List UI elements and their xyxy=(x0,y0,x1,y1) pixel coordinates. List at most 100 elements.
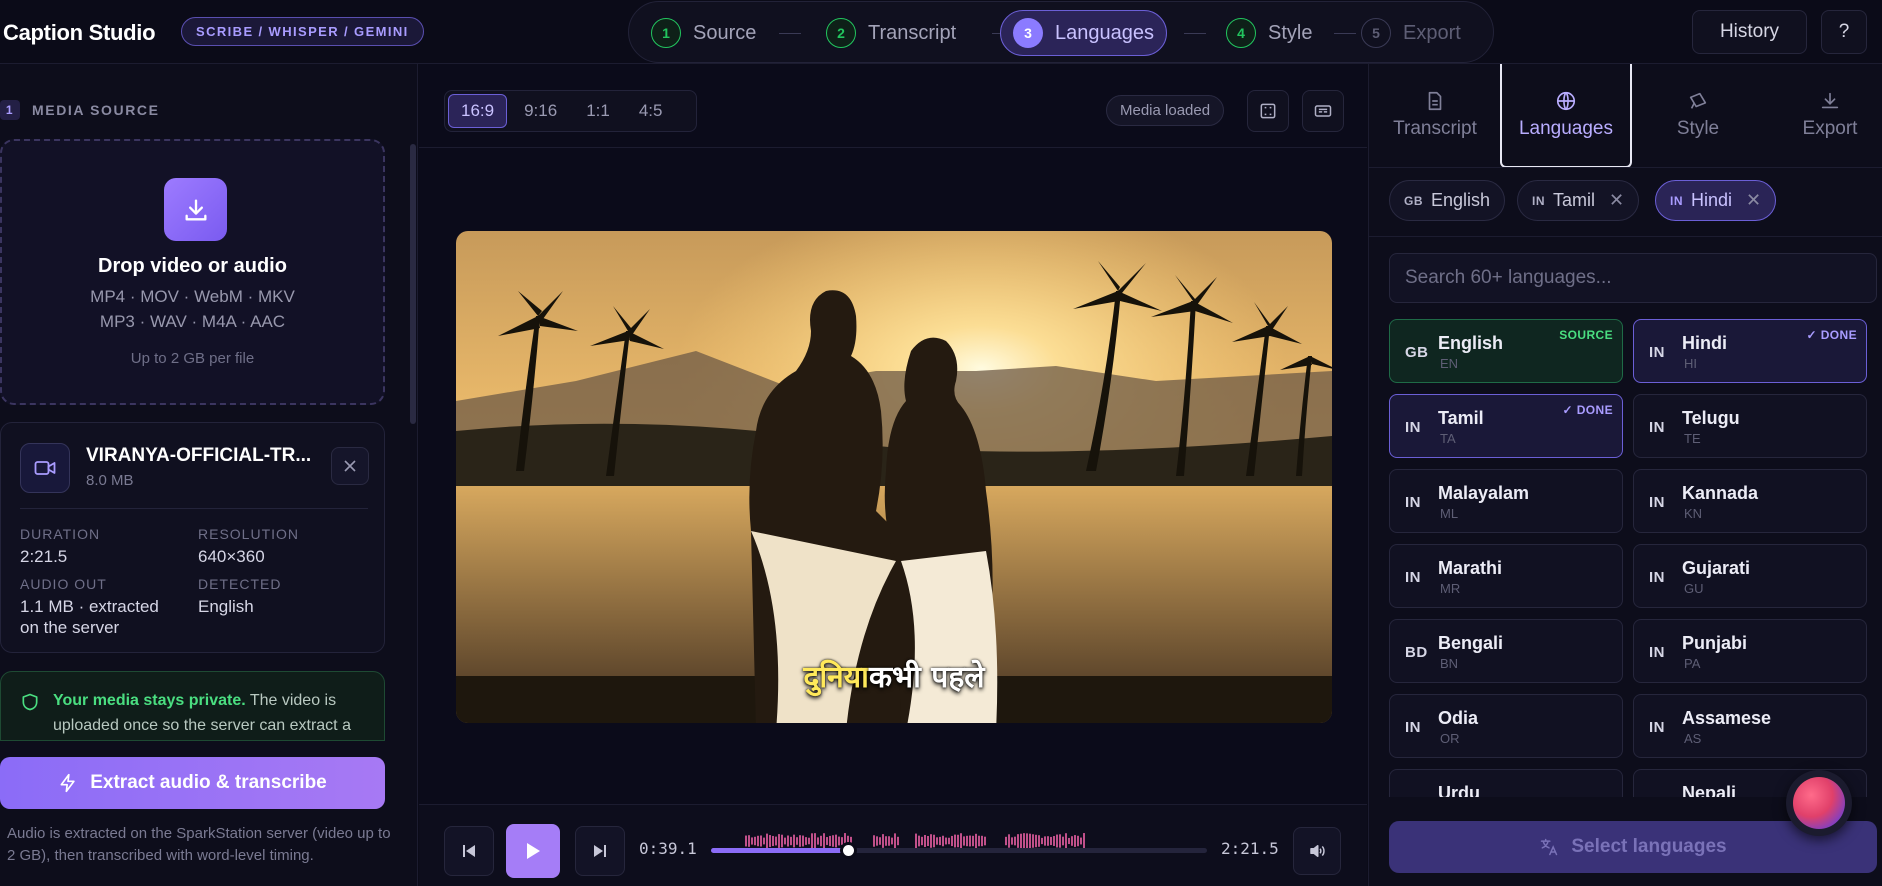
chip-label: Hindi xyxy=(1691,190,1733,210)
waveform-bar xyxy=(766,833,768,849)
waveform-bar xyxy=(1014,836,1016,846)
timeline-handle[interactable] xyxy=(839,842,857,859)
language-chip-english[interactable]: GB English xyxy=(1389,180,1506,221)
language-card-english[interactable]: GB English EN SOURCE xyxy=(1389,319,1623,383)
history-button[interactable]: History xyxy=(1692,10,1807,54)
waveform-bar xyxy=(933,834,935,848)
privacy-text: Your media stays private. The video is u… xyxy=(53,688,373,738)
left-scrollbar[interactable] xyxy=(410,144,416,424)
play-button[interactable] xyxy=(506,824,560,878)
step-transcript[interactable]: 2 Transcript xyxy=(814,10,968,56)
extract-transcribe-button[interactable]: Extract audio & transcribe xyxy=(0,757,385,809)
upload-icon xyxy=(164,178,227,241)
step-languages[interactable]: 3 Languages xyxy=(1000,10,1167,56)
language-card-assamese[interactable]: IN Assamese AS xyxy=(1633,694,1867,758)
waveform-bar xyxy=(1005,836,1007,846)
language-card-kannada[interactable]: IN Kannada KN xyxy=(1633,469,1867,533)
assistant-button[interactable] xyxy=(1786,770,1852,836)
shield-icon xyxy=(20,692,40,717)
step-label: Languages xyxy=(1055,21,1154,44)
country-code: IN xyxy=(1649,344,1665,361)
step-source[interactable]: 1 Source xyxy=(639,10,768,56)
audio-out-value-line2: on the server xyxy=(20,618,120,637)
waveform-bar xyxy=(802,835,804,847)
lightning-icon xyxy=(60,773,75,793)
waveform-bar xyxy=(1026,833,1028,849)
language-chip-hindi[interactable]: IN Hindi ✕ xyxy=(1655,180,1777,221)
caption-highlight-word: दुनिया xyxy=(803,660,869,695)
tab-export[interactable]: Export xyxy=(1764,64,1882,166)
skip-back-button[interactable] xyxy=(444,826,494,876)
timeline-scrubber[interactable] xyxy=(711,842,1207,859)
remove-chip-icon[interactable]: ✕ xyxy=(1746,190,1761,211)
media-dropzone[interactable]: Drop video or audio MP4 · MOV · WebM · M… xyxy=(0,139,385,405)
timeline-progress xyxy=(711,848,848,853)
step-number: 5 xyxy=(1361,18,1391,48)
skip-forward-button[interactable] xyxy=(575,826,625,876)
divider xyxy=(1369,167,1882,168)
waveform-bar xyxy=(787,835,789,847)
waveform-bar xyxy=(835,834,837,848)
ratio-16-9[interactable]: 16:9 xyxy=(448,94,508,128)
waveform-bar xyxy=(1077,835,1079,847)
tab-languages[interactable]: Languages xyxy=(1500,64,1632,168)
volume-button[interactable] xyxy=(1293,827,1341,875)
language-name: Assamese xyxy=(1682,708,1772,728)
workflow-stepper: 1 Source 2 Transcript 3 Languages 4 Styl… xyxy=(628,1,1494,63)
status-tag: SOURCE xyxy=(1559,328,1613,342)
country-code: GB xyxy=(1405,344,1429,361)
video-preview[interactable]: दुनियाकभी पहले xyxy=(456,231,1332,723)
language-card-bengali[interactable]: BD Bengali BN xyxy=(1389,619,1623,683)
detected-label: DETECTED xyxy=(198,576,282,592)
step-style[interactable]: 4 Style xyxy=(1214,10,1324,56)
subtitles-icon xyxy=(1314,105,1332,117)
language-search-input[interactable]: Search 60+ languages... xyxy=(1389,253,1877,303)
safe-area-button[interactable] xyxy=(1247,90,1289,132)
subtitle-toggle-button[interactable] xyxy=(1302,90,1344,132)
country-code: IN xyxy=(1405,569,1421,586)
language-card-hindi[interactable]: IN Hindi HI ✓ DONE xyxy=(1633,319,1867,383)
select-languages-label: Select languages xyxy=(1571,836,1727,857)
cta-label: Extract audio & transcribe xyxy=(90,772,327,793)
waveform-bar xyxy=(957,834,959,848)
step-number: 1 xyxy=(651,18,681,48)
waveform-bar xyxy=(1065,833,1067,849)
ratio-1-1[interactable]: 1:1 xyxy=(574,94,622,128)
language-card-telugu[interactable]: IN Telugu TE xyxy=(1633,394,1867,458)
step-export[interactable]: 5 Export xyxy=(1349,10,1473,56)
waveform-bar xyxy=(832,835,834,847)
waveform-bar xyxy=(882,834,884,848)
language-card-tamil[interactable]: IN Tamil TA ✓ DONE xyxy=(1389,394,1623,458)
duration-value: 2:21.5 xyxy=(20,547,68,566)
language-card-marathi[interactable]: IN Marathi MR xyxy=(1389,544,1623,608)
language-card-malayalam[interactable]: IN Malayalam ML xyxy=(1389,469,1623,533)
country-code: IN xyxy=(1532,193,1545,208)
cta-note: Audio is extracted on the SparkStation s… xyxy=(7,825,391,864)
tab-transcript[interactable]: Transcript xyxy=(1369,64,1501,166)
waveform-bar xyxy=(972,835,974,847)
step-label: Export xyxy=(1403,21,1461,44)
document-icon xyxy=(1428,91,1442,111)
language-card-gujarati[interactable]: IN Gujarati GU xyxy=(1633,544,1867,608)
language-card-odia[interactable]: IN Odia OR xyxy=(1389,694,1623,758)
waveform-bar xyxy=(1035,834,1037,848)
waveform-bar xyxy=(945,837,947,845)
ratio-9-16[interactable]: 9:16 xyxy=(512,94,569,128)
language-chip-tamil[interactable]: IN Tamil ✕ xyxy=(1517,180,1640,221)
remove-file-button[interactable] xyxy=(331,447,369,485)
tab-style[interactable]: Style xyxy=(1632,64,1764,166)
remove-chip-icon[interactable]: ✕ xyxy=(1609,190,1624,211)
waveform-bar xyxy=(954,834,956,848)
waveform-bar xyxy=(918,835,920,847)
waveform-bar xyxy=(927,835,929,847)
step-number: 3 xyxy=(1013,18,1043,48)
video-frame xyxy=(456,231,1332,723)
caption-rest: कभी पहले xyxy=(868,660,985,695)
waveform-bar xyxy=(790,836,792,846)
help-button[interactable]: ? xyxy=(1821,10,1867,54)
language-card-punjabi[interactable]: IN Punjabi PA xyxy=(1633,619,1867,683)
country-code: IN xyxy=(1649,569,1665,586)
waveform-bar xyxy=(757,835,759,847)
language-name: Tamil xyxy=(1438,408,1484,428)
ratio-4-5[interactable]: 4:5 xyxy=(627,94,675,128)
